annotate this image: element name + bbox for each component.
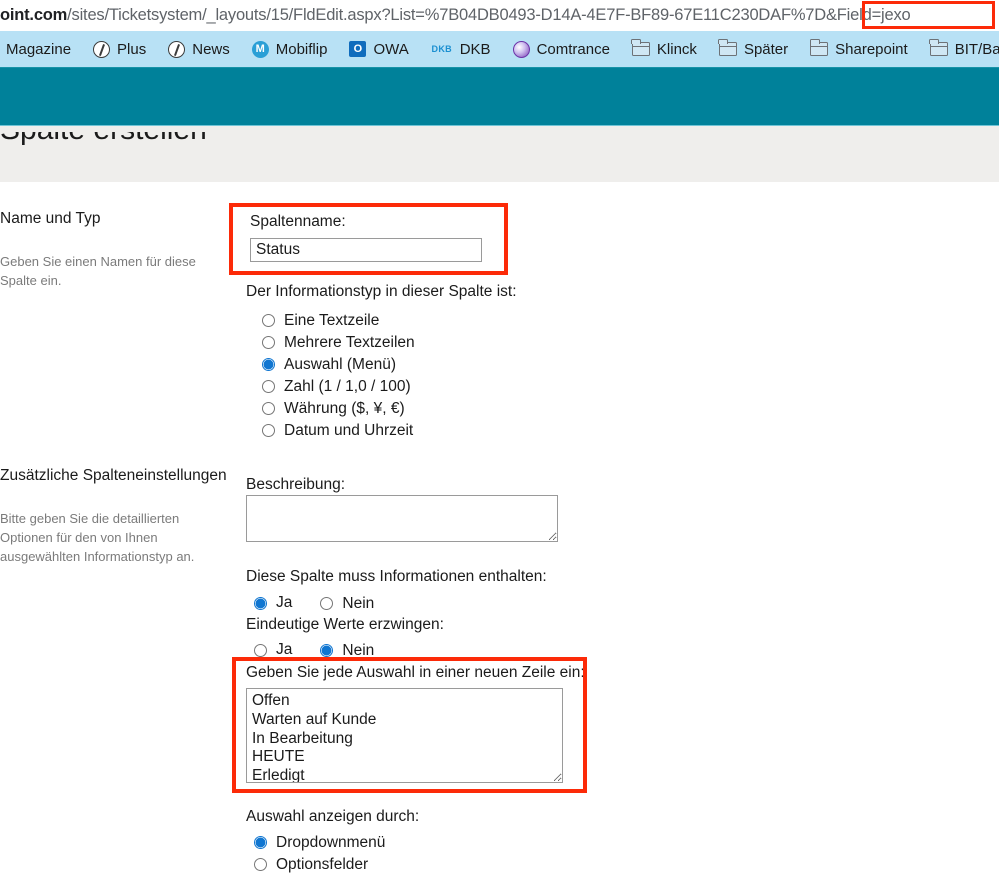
display-as-radio-group[interactable]: Dropdownmenü Optionsfelder bbox=[254, 832, 385, 875]
radio-option-unique-ja[interactable]: Ja bbox=[254, 640, 292, 661]
circle-slash-icon bbox=[93, 40, 111, 58]
outlook-icon bbox=[349, 41, 367, 57]
bookmark-news[interactable]: News bbox=[168, 40, 230, 58]
bookmark-label: Plus bbox=[117, 40, 147, 58]
information-type-radio-group[interactable]: Eine Textzeile Mehrere Textzeilen Auswah… bbox=[262, 310, 415, 441]
radio-label: Dropdownmenü bbox=[276, 833, 386, 851]
radio-indicator[interactable] bbox=[262, 358, 275, 371]
section-heading-name-and-type: Name und Typ bbox=[0, 210, 101, 227]
radio-option-dropdownmenue[interactable]: Dropdownmenü bbox=[254, 832, 385, 853]
browser-url-bar[interactable]: oint.com/sites/Ticketsystem/_layouts/15/… bbox=[0, 0, 999, 31]
section-description-name-and-type: Geben Sie einen Namen für diese Spalte e… bbox=[0, 254, 196, 288]
radio-label: Nein bbox=[342, 594, 375, 612]
folder-icon bbox=[718, 39, 737, 56]
bookmarks-bar[interactable]: Magazine Plus News Mobiflip OWA DKB DKB … bbox=[0, 31, 999, 67]
bookmark-label: Mobiflip bbox=[275, 40, 328, 58]
bookmark-plus[interactable]: Plus bbox=[93, 40, 147, 58]
radio-indicator[interactable] bbox=[254, 596, 267, 610]
bookmark-label: BIT/Barm bbox=[954, 40, 999, 58]
bookmark-spaeter[interactable]: Später bbox=[718, 39, 789, 58]
circle-slash-icon bbox=[168, 40, 186, 58]
form-body: Name und Typ Geben Sie einen Namen für d… bbox=[0, 182, 999, 874]
radio-indicator[interactable] bbox=[254, 643, 267, 657]
radio-label: Ja bbox=[276, 594, 293, 611]
choices-textarea[interactable] bbox=[246, 688, 563, 783]
radio-indicator[interactable] bbox=[254, 836, 267, 849]
column-name-input[interactable] bbox=[250, 238, 482, 262]
bookmark-sharepoint[interactable]: Sharepoint bbox=[809, 39, 908, 58]
bookmark-label: Comtrance bbox=[536, 40, 610, 58]
bookmark-label: Sharepoint bbox=[835, 40, 908, 58]
unique-values-radio-group[interactable]: Ja Nein bbox=[254, 639, 402, 661]
radio-indicator[interactable] bbox=[262, 424, 275, 437]
radio-label: Ja bbox=[276, 641, 293, 658]
radio-label: Nein bbox=[342, 641, 375, 659]
radio-label: Optionsfelder bbox=[276, 855, 369, 873]
radio-indicator[interactable] bbox=[262, 380, 275, 393]
description-textarea[interactable] bbox=[246, 495, 558, 542]
information-type-label: Der Informationstyp in dieser Spalte ist… bbox=[246, 283, 517, 300]
bookmark-label: DKB bbox=[459, 40, 491, 58]
radio-label: Währung ($, ¥, €) bbox=[284, 399, 405, 417]
url-path: /sites/Ticketsystem/_layouts/15/FldEdit.… bbox=[67, 6, 911, 24]
radio-indicator[interactable] bbox=[262, 402, 275, 415]
folder-icon bbox=[929, 39, 948, 56]
dkb-icon: DKB bbox=[431, 44, 452, 54]
bookmark-comtrance[interactable]: Comtrance bbox=[512, 40, 610, 58]
bookmark-bit-barm[interactable]: BIT/Barm bbox=[929, 39, 999, 58]
bookmark-mobiflip[interactable]: Mobiflip bbox=[251, 40, 328, 58]
bookmark-label: Später bbox=[743, 40, 789, 58]
required-radio-group[interactable]: Ja Nein bbox=[254, 592, 402, 614]
unique-values-label: Eindeutige Werte erzwingen: bbox=[246, 616, 444, 633]
column-name-label: Spaltenname: bbox=[250, 213, 346, 230]
page-title: Spalte erstellen bbox=[0, 132, 207, 182]
bookmark-label: Klinck bbox=[656, 40, 697, 58]
radio-option-waehrung[interactable]: Währung ($, ¥, €) bbox=[262, 398, 415, 419]
radio-label: Zahl (1 / 1,0 / 100) bbox=[284, 377, 411, 395]
bookmark-label: Magazine bbox=[6, 40, 72, 58]
choices-label: Geben Sie jede Auswahl in einer neuen Ze… bbox=[246, 664, 585, 681]
radio-option-required-ja[interactable]: Ja bbox=[254, 593, 292, 614]
comtrance-icon bbox=[512, 40, 530, 58]
bookmark-owa[interactable]: OWA bbox=[349, 40, 409, 58]
radio-indicator[interactable] bbox=[320, 597, 334, 610]
radio-indicator[interactable] bbox=[254, 858, 267, 871]
bookmark-label: News bbox=[192, 40, 230, 58]
radio-indicator[interactable] bbox=[262, 314, 275, 327]
page-title-text: Spalte erstellen bbox=[0, 132, 207, 147]
radio-option-auswahl-menue[interactable]: Auswahl (Menü) bbox=[262, 354, 415, 375]
radio-option-unique-nein[interactable]: Nein bbox=[320, 640, 374, 661]
bookmark-label: OWA bbox=[373, 40, 409, 58]
radio-option-mehrere-textzeilen[interactable]: Mehrere Textzeilen bbox=[262, 332, 415, 353]
radio-label: Datum und Uhrzeit bbox=[284, 421, 414, 439]
section-heading-additional-settings: Zusätzliche Spalteneinstellungen bbox=[0, 467, 227, 484]
radio-indicator[interactable] bbox=[320, 644, 334, 657]
bookmark-klinck[interactable]: Klinck bbox=[631, 39, 697, 58]
radio-label: Mehrere Textzeilen bbox=[284, 333, 415, 351]
radio-label: Auswahl (Menü) bbox=[284, 355, 396, 373]
url-host: oint.com bbox=[0, 6, 68, 24]
section-description-additional-settings: Bitte geben Sie die detaillierten Option… bbox=[0, 511, 195, 564]
bookmark-magazine[interactable]: Magazine bbox=[6, 42, 71, 57]
radio-option-required-nein[interactable]: Nein bbox=[320, 593, 374, 614]
required-label: Diese Spalte muss Informationen enthalte… bbox=[246, 568, 547, 585]
folder-icon bbox=[809, 39, 829, 56]
radio-option-eine-textzeile[interactable]: Eine Textzeile bbox=[262, 310, 415, 331]
radio-option-datum-und-uhrzeit[interactable]: Datum und Uhrzeit bbox=[262, 420, 415, 441]
radio-label: Eine Textzeile bbox=[284, 311, 380, 329]
radio-option-optionsfelder[interactable]: Optionsfelder bbox=[254, 854, 385, 875]
display-as-label: Auswahl anzeigen durch: bbox=[246, 808, 420, 825]
bookmark-dkb[interactable]: DKB DKB bbox=[431, 42, 491, 57]
radio-indicator[interactable] bbox=[262, 336, 275, 349]
radio-option-zahl[interactable]: Zahl (1 / 1,0 / 100) bbox=[262, 376, 415, 397]
site-header-band bbox=[0, 67, 999, 125]
url-text: oint.com/sites/Ticketsystem/_layouts/15/… bbox=[0, 6, 911, 25]
description-label: Beschreibung: bbox=[246, 476, 346, 493]
mobiflip-icon bbox=[251, 40, 269, 58]
folder-icon bbox=[631, 39, 650, 56]
